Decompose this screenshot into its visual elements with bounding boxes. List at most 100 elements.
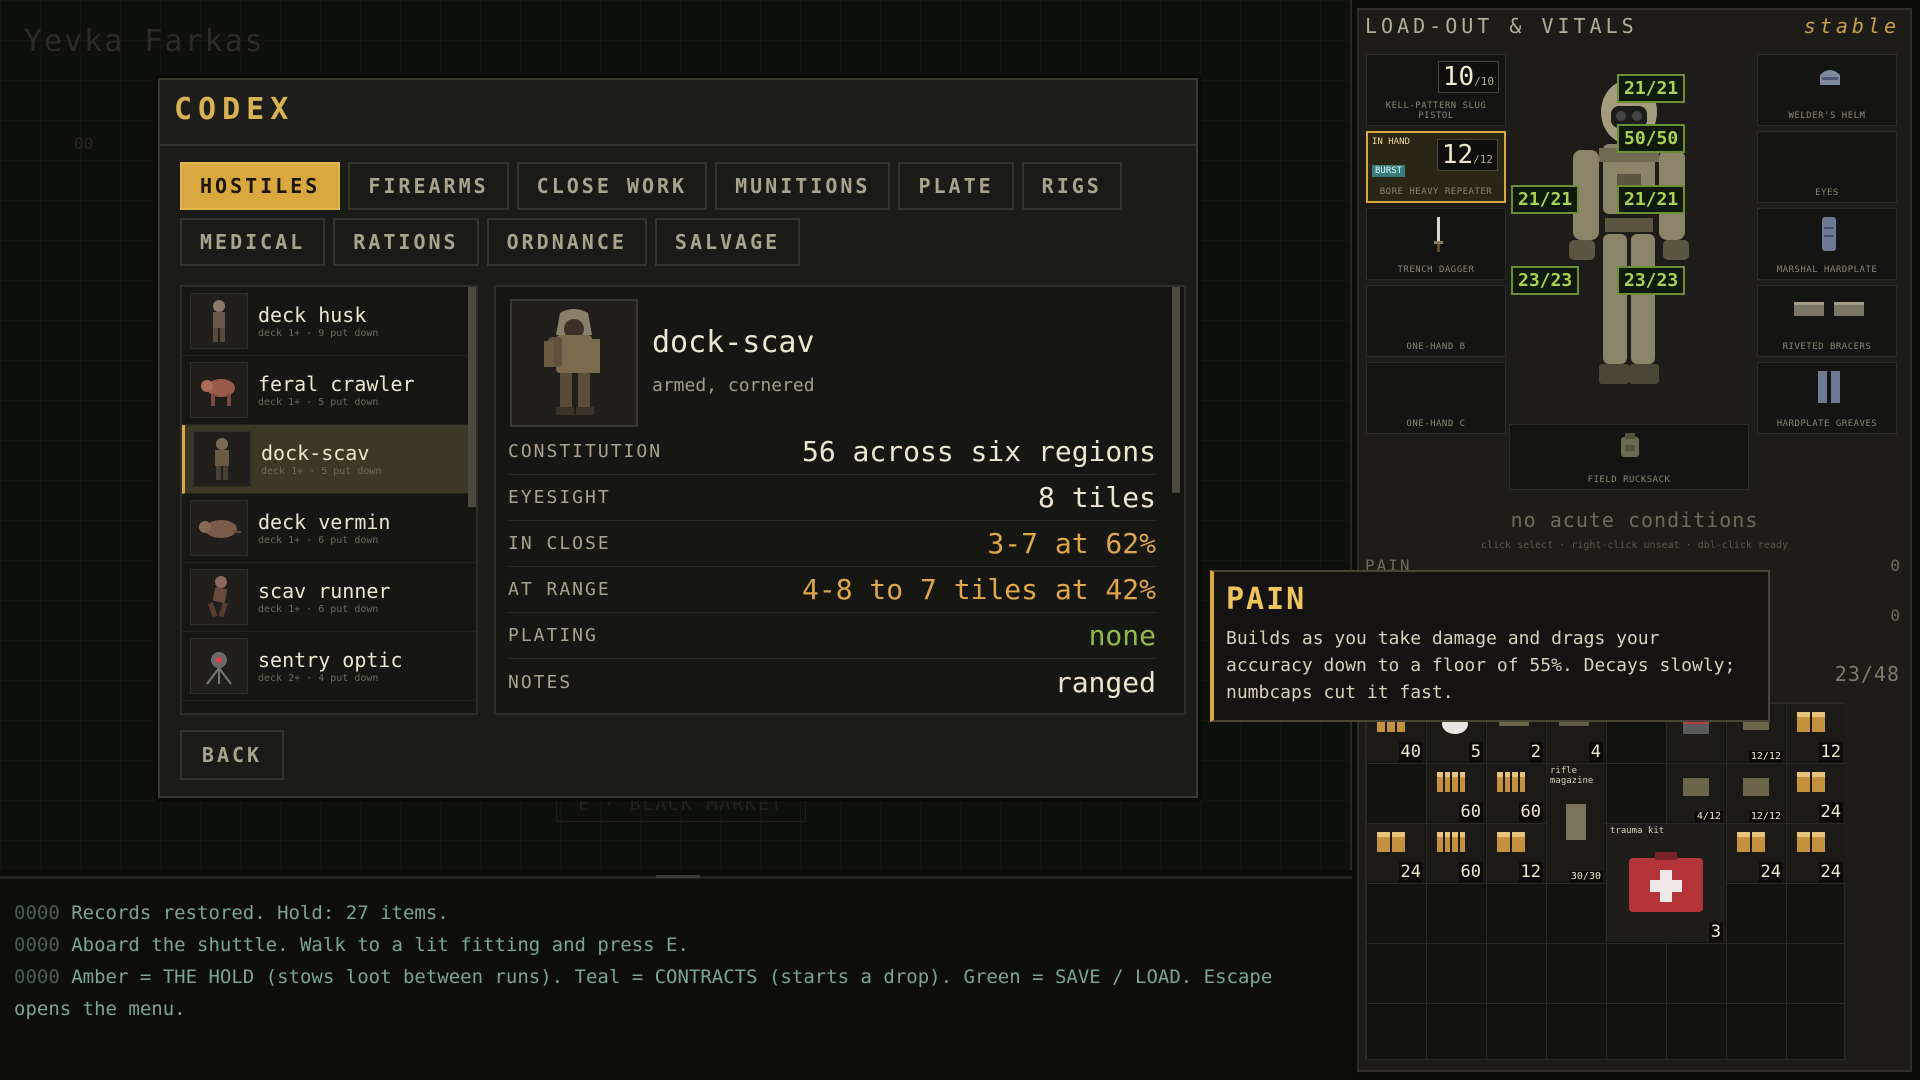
list-item[interactable]: deck husk deck 1+ · 9 put down — [182, 287, 476, 356]
hostile-detail: dock-scav armed, cornered CONSTITUTION 56… — [494, 285, 1186, 715]
detail-scrollbar[interactable] — [1172, 287, 1180, 493]
in-hand-tag: IN HAND — [1372, 137, 1410, 147]
character-armor-figure — [1569, 80, 1689, 384]
sentry-optic-icon — [206, 652, 232, 685]
rucksack-icon — [1621, 433, 1639, 457]
stat-row: AT RANGE 4-8 to 7 tiles at 42% — [508, 567, 1156, 613]
ammo-icon — [1497, 832, 1525, 852]
helm-slot[interactable]: WELDER'S HELM — [1757, 54, 1897, 126]
stat-row: EYESIGHT 8 tiles — [508, 475, 1156, 521]
hardplate-icon — [1822, 217, 1836, 251]
ammo-icon — [1377, 832, 1405, 852]
in-hand-weapon-slot[interactable]: IN HAND BURST 12/12 BORE HEAVY REPEATER — [1366, 131, 1506, 203]
inventory-item[interactable]: 60 — [1427, 824, 1485, 882]
secondary-bar-value: 0 — [1890, 606, 1900, 625]
melee-slot[interactable]: TRENCH DAGGER — [1366, 208, 1506, 280]
tab-medical[interactable]: MEDICAL — [180, 218, 326, 266]
tab-rations[interactable]: RATIONS — [333, 218, 479, 266]
hp-right-leg[interactable]: 23/23 — [1617, 266, 1686, 295]
slot-label: BORE HEAVY REPEATER — [1379, 187, 1493, 197]
inventory-item[interactable]: 12 — [1487, 824, 1545, 882]
arms-slot[interactable]: RIVETED BRACERS — [1757, 285, 1897, 357]
eyes-slot[interactable]: EYES — [1757, 131, 1897, 203]
runner-icon — [208, 576, 228, 618]
log-line: 0000 Records restored. Hold: 27 items. — [14, 902, 449, 924]
tab-firearms[interactable]: FIREARMS — [348, 162, 509, 210]
one-hand-c-slot[interactable]: ONE-HAND C — [1366, 362, 1506, 434]
list-item[interactable]: sentry optic deck 2+ · 4 put down — [182, 632, 476, 701]
pain-value: 0 — [1890, 556, 1900, 575]
codex-header: CODEX — [160, 80, 1196, 146]
dock-scav-portrait-icon — [544, 309, 600, 415]
vermin-icon — [199, 520, 241, 538]
backpack-slot[interactable]: FIELD RUCKSACK — [1509, 424, 1749, 490]
hostile-traits: armed, cornered — [652, 375, 815, 396]
stat-row: IN CLOSE 3-7 at 62% — [508, 521, 1156, 567]
ammo-counter: 12/12 — [1436, 139, 1498, 171]
hostile-list[interactable]: deck husk deck 1+ · 9 put down feral craw… — [180, 285, 478, 715]
slot-label: FIELD RUCKSACK — [1587, 475, 1671, 485]
hp-left-leg[interactable]: 23/23 — [1511, 266, 1580, 295]
list-item[interactable]: scav runner deck 1+ · 6 put down — [182, 563, 476, 632]
hp-right-arm[interactable]: 21/21 — [1617, 185, 1686, 214]
husk-icon — [213, 300, 225, 342]
inventory-item[interactable]: 4/12 — [1667, 764, 1725, 822]
inventory-item[interactable]: 24 — [1367, 824, 1425, 882]
tab-rigs[interactable]: RIGS — [1021, 162, 1122, 210]
hp-torso[interactable]: 50/50 — [1617, 124, 1686, 153]
log-resize-handle[interactable] — [656, 875, 700, 878]
tab-ordnance[interactable]: ORDNANCE — [486, 218, 647, 266]
one-hand-b-slot[interactable]: ONE-HAND B — [1366, 285, 1506, 357]
inventory-item[interactable]: 24 — [1787, 824, 1845, 882]
magazine-icon — [1683, 778, 1709, 796]
medkit-icon — [1629, 852, 1703, 912]
list-item[interactable]: feral crawler deck 1+ · 5 put down — [182, 356, 476, 425]
ammo-icon — [1797, 832, 1825, 852]
tab-munitions[interactable]: MUNITIONS — [715, 162, 891, 210]
inventory-item[interactable]: 60 — [1487, 764, 1545, 822]
tooltip-body: Builds as you take damage and drags your… — [1226, 628, 1736, 703]
slot-label: RIVETED BRACERS — [1782, 342, 1872, 352]
conditions-text: no acute conditions — [1510, 508, 1759, 532]
body-armor-slot[interactable]: MARSHAL HARDPLATE — [1757, 208, 1897, 280]
tab-close-work[interactable]: CLOSE WORK — [516, 162, 708, 210]
crawler-icon — [201, 379, 235, 406]
codex-tabs-row1: HOSTILES FIREARMS CLOSE WORK MUNITIONS P… — [180, 162, 1122, 210]
hostile-thumbnail — [190, 569, 248, 625]
inventory-item[interactable]: 60 — [1427, 764, 1485, 822]
inventory-grid[interactable]: 40 5 2 4 12/12 12 60 60 rifle magazine 30… — [1365, 702, 1845, 1060]
log-line: 0000 Aboard the shuttle. Walk to a lit f… — [14, 934, 689, 956]
tab-hostiles[interactable]: HOSTILES — [180, 162, 341, 210]
message-log: 0000 Records restored. Hold: 27 items. 0… — [0, 875, 1352, 1080]
list-item-selected[interactable]: dock-scav deck 1+ · 5 put down — [182, 425, 476, 494]
list-item[interactable]: deck vermin deck 1+ · 6 put down — [182, 494, 476, 563]
trauma-kit-item[interactable]: trauma kit 3 — [1607, 824, 1725, 942]
scav-icon — [215, 438, 229, 480]
fire-mode-badge[interactable]: BURST — [1372, 165, 1406, 177]
greaves-icon — [1818, 371, 1840, 403]
hp-head[interactable]: 21/21 — [1617, 74, 1686, 103]
magazine-icon — [1743, 778, 1769, 796]
player-name: Yevka Farkas — [24, 24, 265, 59]
hp-left-arm[interactable]: 21/21 — [1511, 185, 1580, 214]
rifle-magazine-item[interactable]: rifle magazine 30/30 — [1547, 764, 1605, 882]
inventory-item[interactable]: 12 — [1787, 704, 1845, 762]
stat-row: NOTES ranged — [508, 665, 1156, 699]
world-tag: 00 — [74, 134, 94, 153]
codex-dialog: CODEX HOSTILES FIREARMS CLOSE WORK MUNIT… — [158, 78, 1198, 798]
ammo-icon — [1497, 772, 1525, 792]
legs-slot[interactable]: HARDPLATE GREAVES — [1757, 362, 1897, 434]
tab-plate[interactable]: PLATE — [898, 162, 1014, 210]
inventory-item[interactable]: 24 — [1727, 824, 1785, 882]
primary-weapon-slot[interactable]: 10/10 KELL-PATTERN SLUG PISTOL — [1366, 54, 1506, 126]
codex-tabs-row2: MEDICAL RATIONS ORDNANCE SALVAGE — [180, 218, 801, 266]
inventory-item[interactable]: 12/12 — [1727, 764, 1785, 822]
bracers-icon — [1794, 302, 1864, 316]
list-scrollbar[interactable] — [468, 287, 476, 507]
back-button[interactable]: BACK — [180, 730, 284, 780]
pain-tooltip: PAIN Builds as you take damage and drags… — [1210, 570, 1770, 722]
inventory-item[interactable]: 24 — [1787, 764, 1845, 822]
hostile-thumbnail — [190, 362, 248, 418]
tab-salvage[interactable]: SALVAGE — [654, 218, 801, 266]
log-line: opens the menu. — [14, 998, 186, 1020]
